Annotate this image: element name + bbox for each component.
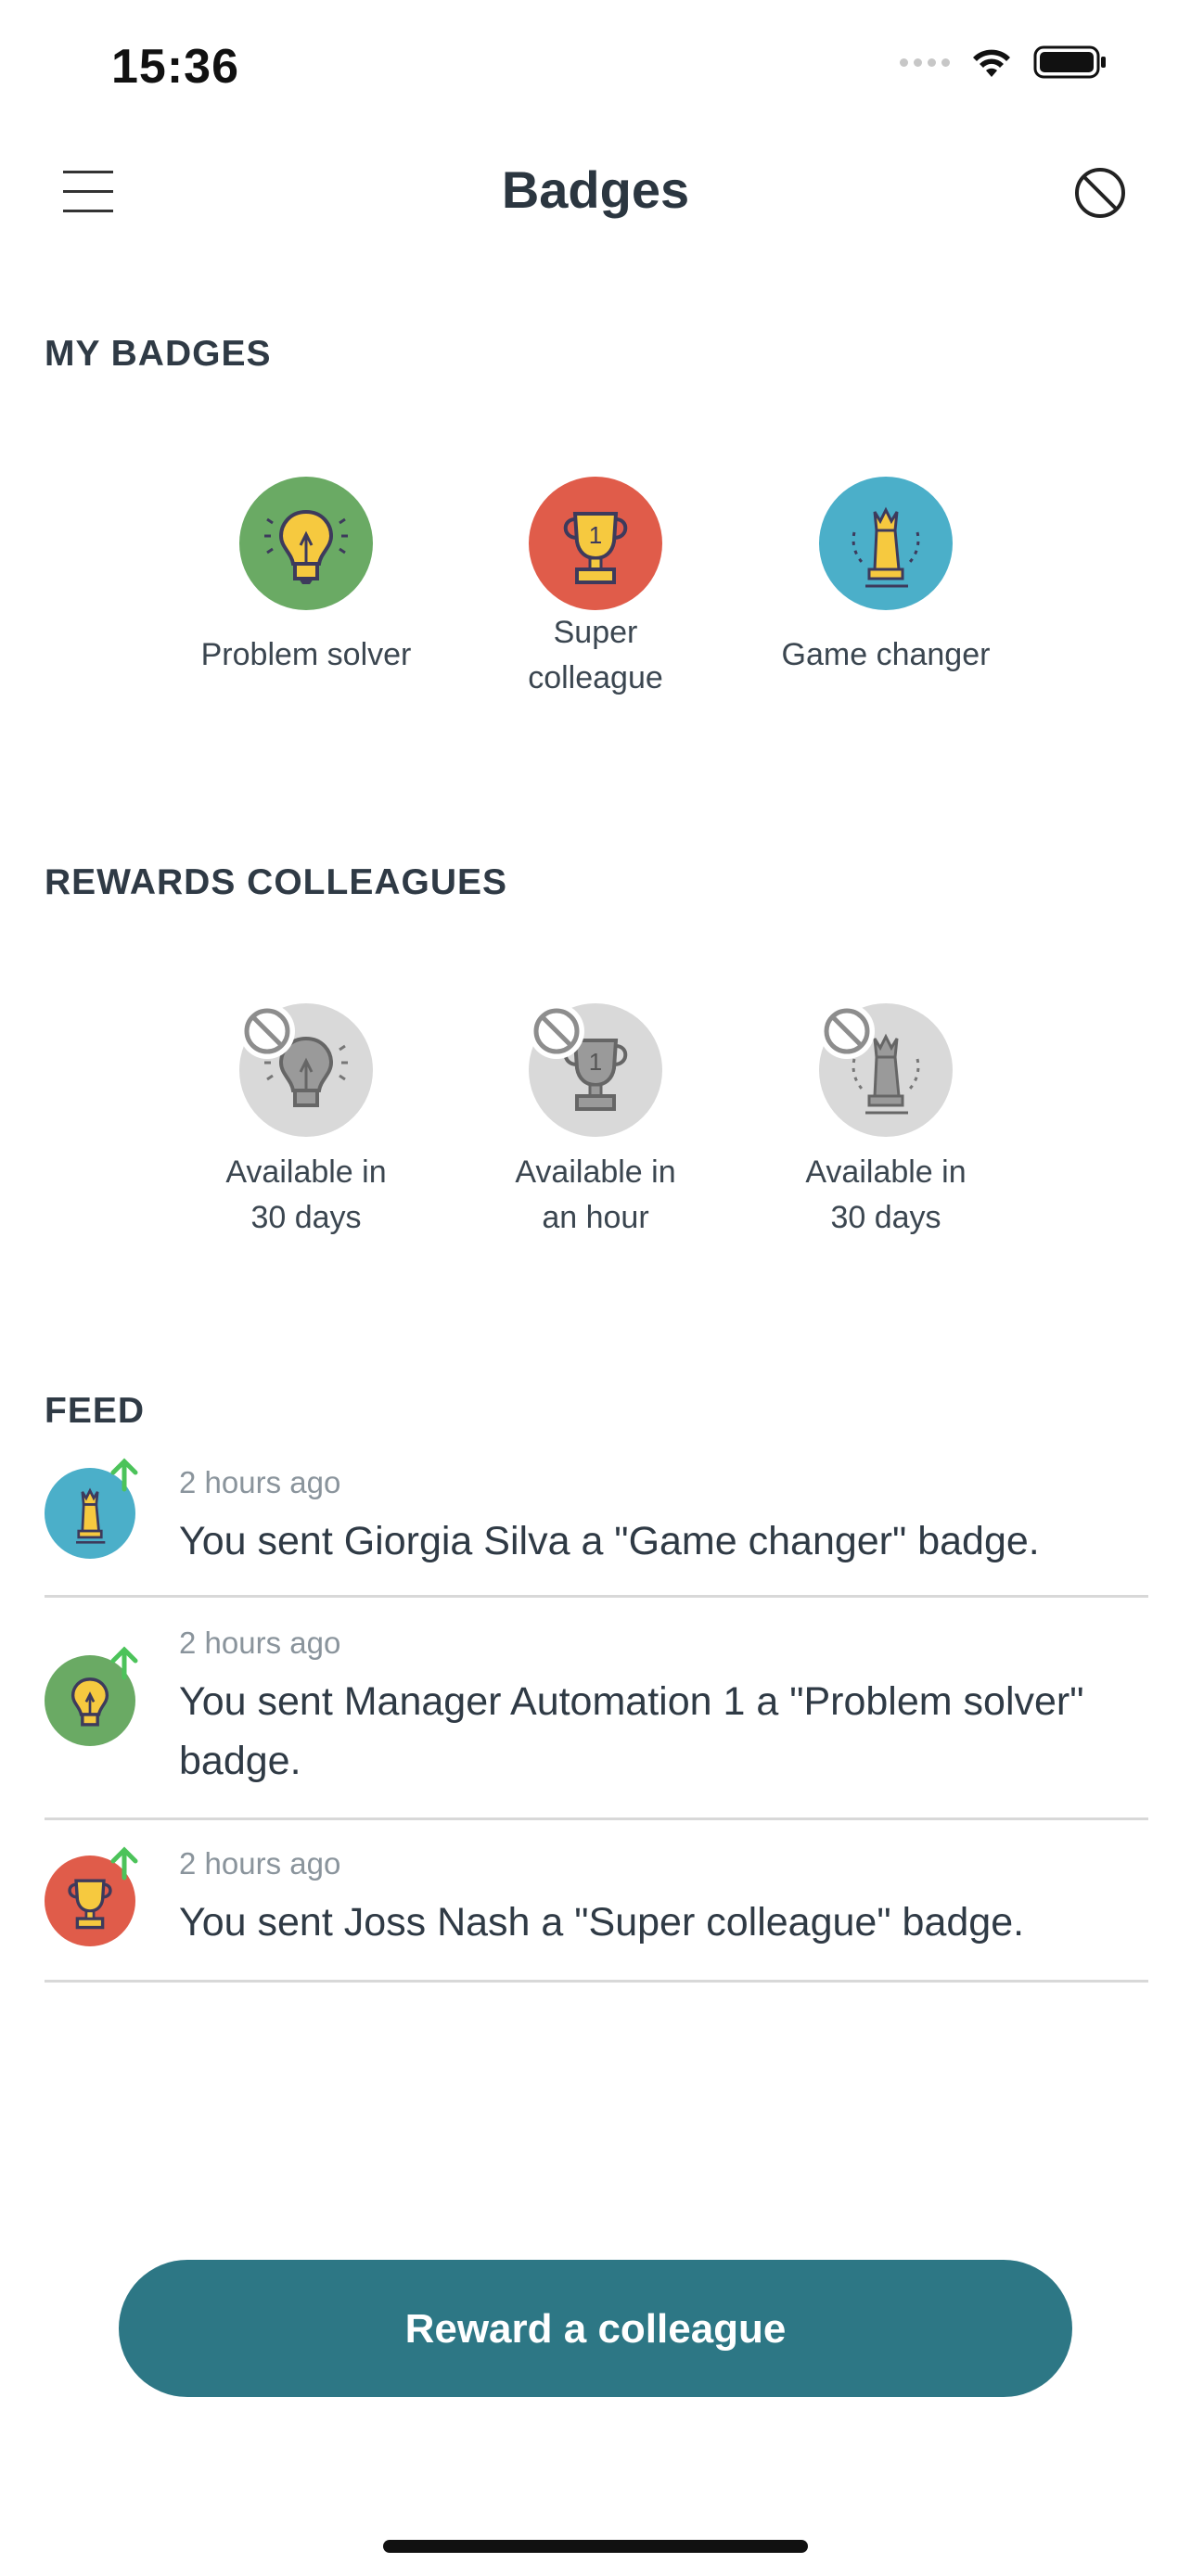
badge-problem-solver[interactable]: Problem solver <box>167 477 445 678</box>
badge-label: Available in 30 days <box>225 1154 387 1235</box>
wifi-icon <box>973 49 1010 77</box>
reward-problem-solver[interactable]: Available in 30 days <box>167 1003 445 1241</box>
reward-game-changer[interactable]: Available in 30 days <box>747 1003 1025 1241</box>
feed-time: 2 hours ago <box>179 1846 341 1881</box>
sent-arrow-icon <box>110 1458 138 1492</box>
badge-label: Problem solver <box>200 637 412 672</box>
feed-time: 2 hours ago <box>179 1465 341 1499</box>
reward-colleague-button[interactable]: Reward a colleague <box>119 2260 1072 2397</box>
badge-label: Game changer <box>781 637 991 672</box>
my-badges-title: MY BADGES <box>45 334 272 374</box>
feed-item[interactable]: 2 hours ago You sent Joss Nash a "Super … <box>45 1820 1148 1983</box>
badge-icon-circle <box>819 477 953 610</box>
feed-text: You sent Giorgia Silva a "Game changer" … <box>179 1519 1040 1563</box>
unavailable-icon <box>819 1003 875 1059</box>
feed-item[interactable]: 2 hours ago You sent Giorgia Silva a "Ga… <box>45 1456 1148 1598</box>
status-icons <box>900 45 1108 80</box>
rewards-title: REWARDS COLLEAGUES <box>45 862 508 902</box>
svg-text:1: 1 <box>589 521 602 549</box>
lightbulb-icon <box>264 509 348 584</box>
badge-icon-circle <box>239 1003 373 1137</box>
badge-game-changer[interactable]: Game changer <box>747 477 1025 678</box>
cellular-signal-icon <box>900 57 950 67</box>
sent-arrow-icon <box>110 1646 138 1680</box>
badge-label: Available in an hour <box>515 1154 676 1235</box>
feed-time: 2 hours ago <box>179 1626 341 1660</box>
feed-text: You sent Joss Nash a "Super colleague" b… <box>179 1900 1025 1945</box>
feed-list: 2 hours ago You sent Giorgia Silva a "Ga… <box>45 1456 1148 1983</box>
sent-arrow-icon <box>110 1846 138 1881</box>
svg-text:1: 1 <box>589 1048 602 1076</box>
feed-title: FEED <box>45 1391 146 1431</box>
block-icon[interactable] <box>1072 165 1128 221</box>
battery-icon <box>1033 45 1106 79</box>
badge-super-colleague[interactable]: 1 Super colleague <box>456 477 735 701</box>
nav-bar: Badges <box>0 139 1191 241</box>
reward-super-colleague[interactable]: 1 Available in an hour <box>456 1003 735 1241</box>
feed-item[interactable]: 2 hours ago You sent Manager Automation … <box>45 1598 1148 1820</box>
unavailable-icon <box>239 1003 295 1059</box>
feed-text: You sent Manager Automation 1 a "Problem… <box>179 1679 1084 1783</box>
unavailable-icon <box>529 1003 584 1059</box>
badge-icon-circle: 1 <box>529 477 662 610</box>
badge-label: Available in 30 days <box>805 1154 967 1235</box>
trophy-icon: 1 <box>563 512 628 584</box>
home-indicator <box>383 2540 808 2553</box>
status-time: 15:36 <box>111 40 239 94</box>
badge-icon-circle <box>819 1003 953 1137</box>
badge-icon-circle: 1 <box>529 1003 662 1137</box>
badge-icon-circle <box>239 477 373 610</box>
status-bar: 15:36 <box>0 0 1191 139</box>
chess-queen-icon <box>852 506 920 588</box>
badge-label: Super colleague <box>528 615 663 695</box>
page-title: Badges <box>501 160 690 219</box>
